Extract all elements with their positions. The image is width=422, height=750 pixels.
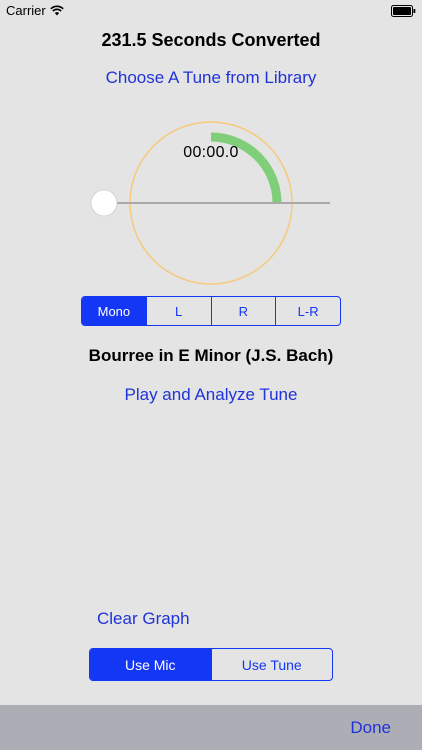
battery-icon: [391, 5, 416, 17]
channel-left-minus-right-segment[interactable]: L-R: [275, 297, 340, 325]
channel-mono-segment[interactable]: Mono: [82, 297, 146, 325]
done-button[interactable]: Done: [350, 718, 391, 738]
source-selector: Use Mic Use Tune: [89, 648, 333, 681]
use-tune-segment[interactable]: Use Tune: [210, 649, 333, 680]
bottom-toolbar: Done: [0, 705, 422, 750]
clear-graph-button[interactable]: Clear Graph: [97, 609, 190, 629]
play-analyze-link[interactable]: Play and Analyze Tune: [0, 385, 422, 405]
choose-tune-link[interactable]: Choose A Tune from Library: [0, 68, 422, 88]
status-bar: Carrier: [0, 0, 422, 22]
channel-right-segment[interactable]: R: [210, 297, 276, 325]
use-mic-segment[interactable]: Use Mic: [90, 649, 211, 680]
wifi-icon: [50, 5, 64, 16]
tune-dial: [90, 121, 330, 285]
page-title: 231.5 Seconds Converted: [101, 30, 321, 50]
tune-name: Bourree in E Minor (J.S. Bach): [88, 346, 334, 365]
channel-left-segment[interactable]: L: [145, 297, 211, 325]
carrier-label: Carrier: [6, 3, 46, 18]
seek-slider-thumb[interactable]: [90, 189, 118, 217]
elapsed-time: 00:00.0: [183, 144, 239, 161]
app-screen: Carrier 231.5 Seconds Converted Choose A…: [0, 0, 422, 750]
channel-selector: Mono L R L-R: [81, 296, 341, 326]
